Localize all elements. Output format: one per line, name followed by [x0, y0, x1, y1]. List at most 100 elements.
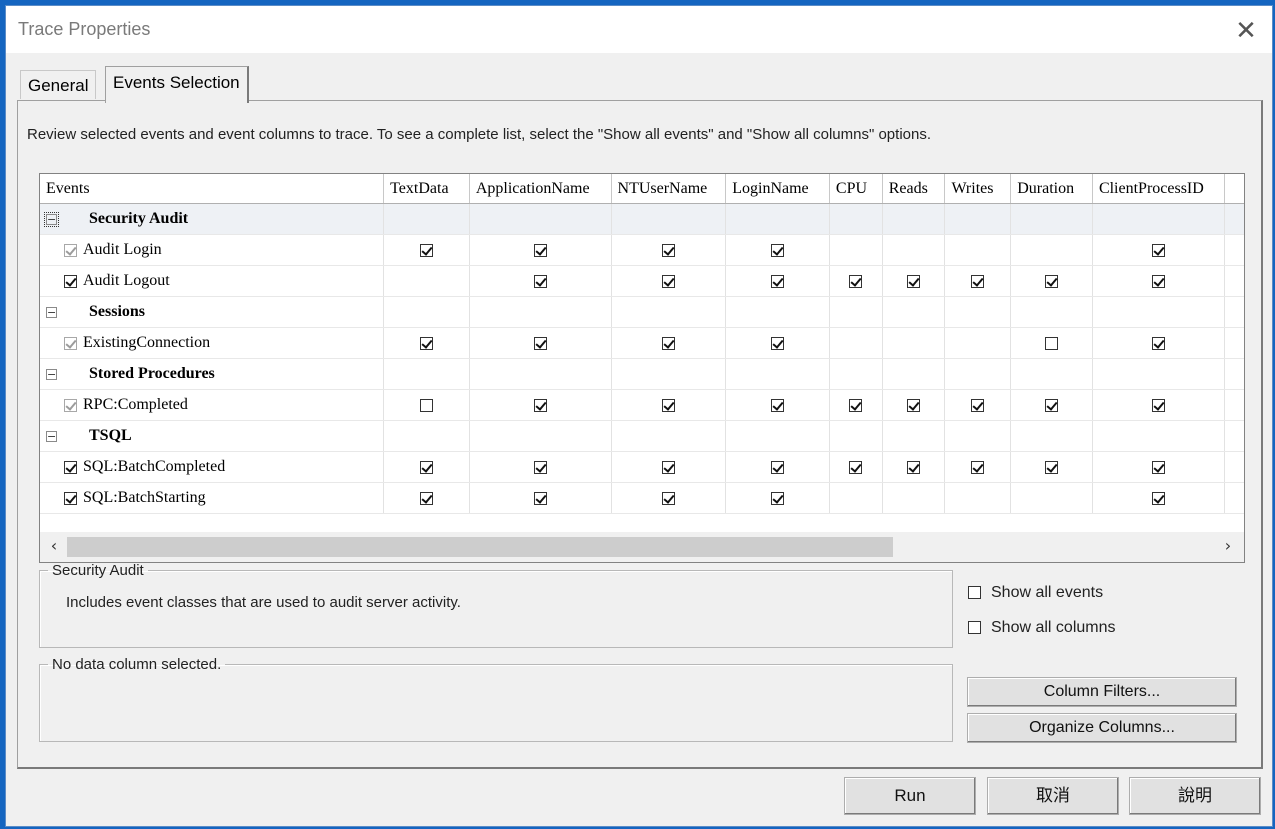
grid-cell[interactable]: [882, 451, 946, 483]
grid-cell[interactable]: [611, 327, 727, 359]
column-checkbox[interactable]: [1151, 398, 1165, 412]
event-row[interactable]: SQL:BatchStarting: [40, 482, 1244, 514]
column-checkbox[interactable]: [1045, 336, 1059, 350]
event-row[interactable]: SQL:BatchCompleted: [40, 451, 1244, 483]
grid-cell[interactable]: [829, 451, 883, 483]
column-checkbox[interactable]: [849, 460, 863, 474]
column-checkbox[interactable]: [907, 274, 921, 288]
grid-cell[interactable]: [829, 234, 883, 266]
event-row-checkbox[interactable]: [64, 398, 77, 412]
grid-cell[interactable]: [882, 265, 946, 297]
collapse-icon[interactable]: −: [46, 368, 57, 380]
column-checkbox[interactable]: [533, 491, 547, 505]
grid-cell[interactable]: [1092, 327, 1225, 359]
event-row[interactable]: RPC:Completed: [40, 389, 1244, 421]
column-checkbox[interactable]: [533, 243, 547, 257]
grid-cell[interactable]: [944, 327, 1012, 359]
column-checkbox[interactable]: [971, 460, 985, 474]
column-header[interactable]: Duration: [1010, 174, 1093, 204]
column-checkbox[interactable]: [661, 491, 675, 505]
close-icon[interactable]: ✕: [1232, 16, 1260, 44]
grid-cell[interactable]: [725, 265, 830, 297]
scroll-left-icon[interactable]: ‹: [44, 536, 64, 556]
column-checkbox[interactable]: [771, 491, 785, 505]
grid-cell[interactable]: [383, 482, 470, 514]
grid-cell[interactable]: [725, 451, 830, 483]
scroll-right-icon[interactable]: ›: [1218, 536, 1238, 556]
grid-cell[interactable]: [944, 482, 1012, 514]
grid-cell[interactable]: [1010, 234, 1093, 266]
grid-cell[interactable]: [725, 482, 830, 514]
horizontal-scrollbar[interactable]: ‹ ›: [40, 532, 1244, 562]
tab-general[interactable]: General: [20, 70, 97, 99]
show-all-events-option[interactable]: Show all events: [968, 584, 1103, 602]
grid-cell[interactable]: [1092, 389, 1225, 421]
column-checkbox[interactable]: [661, 460, 675, 474]
cancel-button[interactable]: 取消: [987, 777, 1119, 815]
column-checkbox[interactable]: [771, 274, 785, 288]
column-header[interactable]: Reads: [882, 174, 946, 204]
grid-cell[interactable]: [383, 234, 470, 266]
grid-cell[interactable]: [725, 234, 830, 266]
grid-cell[interactable]: [1092, 451, 1225, 483]
grid-cell[interactable]: [725, 327, 830, 359]
column-checkbox[interactable]: [907, 398, 921, 412]
column-header[interactable]: Writes: [944, 174, 1012, 204]
column-header[interactable]: ApplicationName: [469, 174, 612, 204]
grid-cell[interactable]: [383, 451, 470, 483]
grid-cell[interactable]: [1010, 389, 1093, 421]
grid-cell[interactable]: [944, 451, 1012, 483]
grid-cell[interactable]: [829, 327, 883, 359]
event-row-checkbox[interactable]: [64, 243, 77, 257]
grid-cell[interactable]: [829, 482, 883, 514]
collapse-icon[interactable]: −: [44, 211, 59, 227]
grid-cell[interactable]: [611, 265, 727, 297]
grid-cell[interactable]: [829, 389, 883, 421]
event-row-checkbox[interactable]: [64, 491, 77, 505]
show-all-columns-option[interactable]: Show all columns: [968, 619, 1116, 637]
column-checkbox[interactable]: [771, 398, 785, 412]
grid-cell[interactable]: [1092, 482, 1225, 514]
column-checkbox[interactable]: [533, 336, 547, 350]
column-checkbox[interactable]: [661, 274, 675, 288]
collapse-icon[interactable]: −: [46, 306, 57, 318]
grid-cell[interactable]: [725, 389, 830, 421]
event-row-checkbox[interactable]: [64, 274, 77, 288]
column-checkbox[interactable]: [1045, 460, 1059, 474]
grid-cell[interactable]: [469, 265, 612, 297]
column-checkbox[interactable]: [971, 274, 985, 288]
column-checkbox[interactable]: [971, 398, 985, 412]
category-row[interactable]: − Stored Procedures: [40, 358, 1244, 390]
grid-cell[interactable]: [882, 389, 946, 421]
grid-cell[interactable]: [1010, 265, 1093, 297]
column-checkbox[interactable]: [533, 274, 547, 288]
grid-cell[interactable]: [944, 234, 1012, 266]
scrollbar-thumb[interactable]: [67, 537, 893, 557]
column-checkbox[interactable]: [1045, 398, 1059, 412]
grid-cell[interactable]: [383, 327, 470, 359]
event-row-checkbox[interactable]: [64, 460, 77, 474]
column-header[interactable]: NTUserName: [611, 174, 727, 204]
grid-cell[interactable]: [611, 482, 727, 514]
category-row[interactable]: − TSQL: [40, 420, 1244, 452]
column-filters-button[interactable]: Column Filters...: [967, 677, 1237, 707]
run-button[interactable]: Run: [844, 777, 976, 815]
grid-cell[interactable]: [1010, 327, 1093, 359]
column-checkbox[interactable]: [1151, 460, 1165, 474]
grid-cell[interactable]: [383, 389, 470, 421]
organize-columns-button[interactable]: Organize Columns...: [967, 713, 1237, 743]
column-checkbox[interactable]: [419, 398, 433, 412]
grid-cell[interactable]: [882, 482, 946, 514]
grid-cell[interactable]: [944, 389, 1012, 421]
grid-cell[interactable]: [611, 451, 727, 483]
column-checkbox[interactable]: [1045, 274, 1059, 288]
grid-cell[interactable]: [1010, 482, 1093, 514]
column-checkbox[interactable]: [1151, 336, 1165, 350]
grid-cell[interactable]: [1010, 451, 1093, 483]
column-checkbox[interactable]: [419, 336, 433, 350]
grid-cell[interactable]: [469, 482, 612, 514]
grid-cell[interactable]: [469, 234, 612, 266]
category-row[interactable]: − Security Audit: [40, 203, 1244, 235]
grid-cell[interactable]: [611, 389, 727, 421]
grid-cell[interactable]: [882, 234, 946, 266]
